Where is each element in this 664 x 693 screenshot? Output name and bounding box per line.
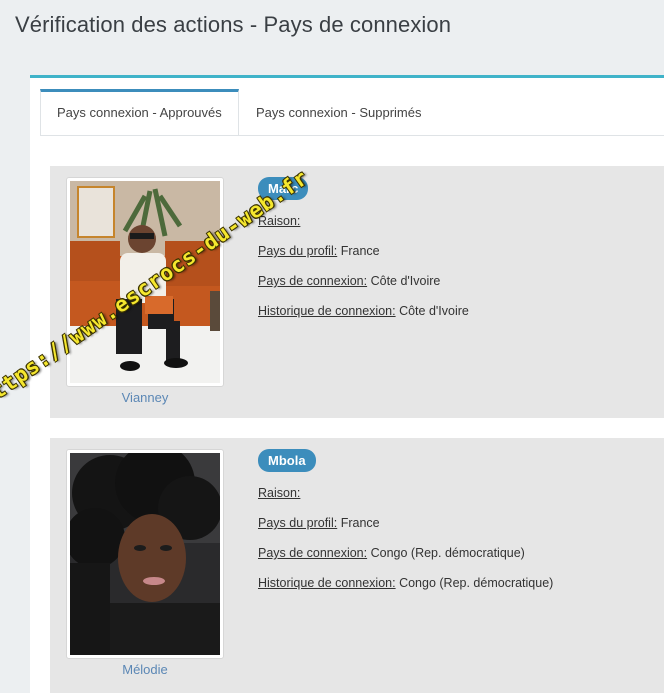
field-value: France [340,516,380,530]
field-label: Historique de connexion: [258,304,396,318]
field-pays-profil: Pays du profil: France [258,244,380,258]
field-label: Historique de connexion: [258,576,396,590]
photo-image [70,453,220,655]
field-pays-connexion: Pays de connexion: Congo (Rep. démocrati… [258,546,525,560]
field-historique: Historique de connexion: Côte d'Ivoire [258,304,469,318]
field-label: Pays de connexion: [258,274,368,288]
field-label: Pays de connexion: [258,546,368,560]
field-pays-profil: Pays du profil: France [258,516,380,530]
photo-caption[interactable]: Vianney [66,390,224,405]
field-value: France [340,244,380,258]
name-badge: Marc [258,177,309,200]
field-value: Côte d'Ivoire [370,274,441,288]
profile-photo[interactable] [66,177,224,387]
field-value: Côte d'Ivoire [399,304,469,318]
photo-caption[interactable]: Mélodie [66,662,224,677]
tab-bar: Pays connexion - Approuvés Pays connexio… [40,89,664,136]
field-pays-connexion: Pays de connexion: Côte d'Ivoire [258,274,440,288]
field-label: Raison: [258,486,301,500]
name-badge: Mbola [258,449,316,472]
field-raison: Raison: [258,486,300,500]
field-value: Congo (Rep. démocratique) [399,576,554,590]
tab-approuves[interactable]: Pays connexion - Approuvés [40,89,239,135]
field-label: Pays du profil: [258,244,338,258]
page-title: Vérification des actions - Pays de conne… [15,12,452,37]
tab-supprimes[interactable]: Pays connexion - Supprimés [240,90,437,134]
photo-image [70,181,220,383]
profile-photo[interactable] [66,449,224,659]
field-label: Raison: [258,214,301,228]
entry-card: Mélodie Mbola Raison: Pays du profil: Fr… [50,438,664,693]
field-label: Pays du profil: [258,516,338,530]
entry-card: Vianney Marc Raison: Pays du profil: Fra… [50,166,664,418]
field-raison: Raison: [258,214,300,228]
field-historique: Historique de connexion: Congo (Rep. dém… [258,576,553,590]
field-value: Congo (Rep. démocratique) [370,546,525,560]
content-box: Pays connexion - Approuvés Pays connexio… [30,75,664,693]
